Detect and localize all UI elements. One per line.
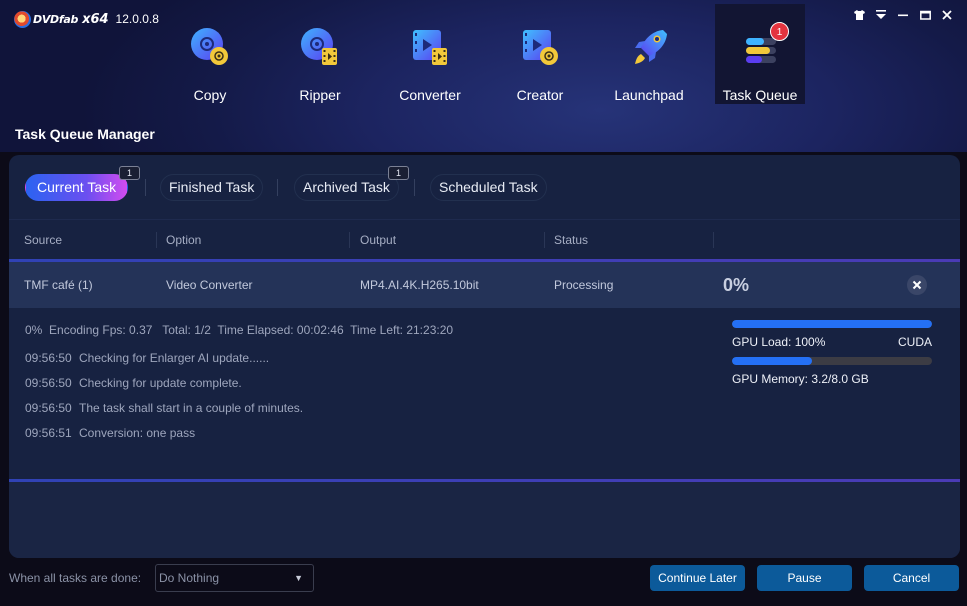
nav-label: Creator — [516, 87, 564, 103]
empty-task-area — [9, 482, 960, 558]
nav-label: Task Queue — [722, 87, 798, 103]
nav-item-converter[interactable]: Converter — [385, 4, 475, 104]
nav-label: Converter — [399, 87, 461, 103]
remove-task-button[interactable] — [907, 275, 927, 295]
table-header: Source Option Output Status — [9, 221, 960, 259]
gpu-monitor: GPU Load: 100% CUDA GPU Memory: 3.2/8.0 … — [732, 320, 932, 394]
task-output: MP4.AI.4K.H265.10bit — [360, 278, 479, 292]
log-entry: 09:56:50 Checking for update complete. — [25, 376, 242, 390]
tab-current-task[interactable]: Current Task — [25, 174, 129, 201]
column-option: Option — [166, 233, 202, 247]
task-panel: Current Task 1 Finished Task Archived Ta… — [9, 155, 960, 558]
log-text: Checking for Enlarger AI update...... — [79, 351, 270, 365]
log-text: The task shall start in a couple of minu… — [79, 401, 304, 415]
app-header: DVDfab x64 12.0.0.8 Copy Ripper Converte… — [0, 0, 967, 152]
log-time: 09:56:50 — [25, 351, 72, 365]
column-divider — [544, 232, 545, 248]
log-text: Checking for update complete. — [79, 376, 242, 390]
log-time: 09:56:50 — [25, 401, 72, 415]
gpu-load-fill — [732, 320, 932, 328]
gpu-engine: CUDA — [897, 335, 932, 349]
task-detail: 0% Encoding Fps: 0.37 Total: 1/2 Time El… — [9, 308, 960, 480]
tab-scheduled-task[interactable]: Scheduled Task — [430, 174, 547, 201]
nav-item-copy[interactable]: Copy — [165, 4, 255, 104]
when-done-label: When all tasks are done: — [9, 571, 142, 585]
continue-later-button[interactable]: Continue Later — [650, 565, 745, 591]
log-time: 09:56:51 — [25, 426, 72, 440]
nav-item-creator[interactable]: Creator — [495, 4, 585, 104]
tab-count-badge: 1 — [119, 166, 140, 180]
column-divider — [713, 232, 714, 248]
column-status: Status — [554, 233, 589, 247]
gpu-memory-bar — [732, 357, 932, 365]
nav-label: Launchpad — [614, 87, 684, 103]
log-entry: 09:56:50 Checking for Enlarger AI update.… — [25, 351, 269, 365]
ripper-disc-icon — [298, 26, 342, 70]
rocket-icon — [627, 26, 671, 70]
tab-count-badge: 1 — [388, 166, 409, 180]
tab-archived-task[interactable]: Archived Task — [294, 174, 399, 201]
table-row[interactable]: TMF café (1) Video Converter MP4.AI.4K.H… — [9, 262, 960, 308]
column-output: Output — [360, 233, 397, 247]
when-done-select[interactable]: Do Nothing ▼ — [155, 564, 314, 592]
gpu-load-bar — [732, 320, 932, 328]
task-stats: 0% Encoding Fps: 0.37 Total: 1/2 Time El… — [25, 323, 454, 337]
tab-label: Archived Task — [303, 179, 390, 195]
cancel-button[interactable]: Cancel — [864, 565, 959, 591]
column-divider — [156, 232, 157, 248]
task-option: Video Converter — [166, 278, 253, 292]
copy-disc-icon — [188, 26, 232, 70]
tab-divider — [145, 179, 146, 196]
page-title: Task Queue Manager — [15, 126, 155, 142]
task-status: Processing — [554, 278, 614, 292]
tab-label: Scheduled Task — [439, 179, 538, 195]
log-entry: 09:56:51 Conversion: one pass — [25, 426, 195, 440]
gpu-memory-fill — [732, 357, 812, 365]
close-x-icon — [912, 280, 922, 290]
when-done-value: Do Nothing — [159, 571, 220, 585]
log-text: Conversion: one pass — [79, 426, 196, 440]
tab-divider — [414, 179, 415, 196]
tab-finished-task[interactable]: Finished Task — [160, 174, 264, 201]
column-divider — [349, 232, 350, 248]
gpu-load-label: GPU Load: 100% — [732, 335, 826, 349]
nav-item-task-queue[interactable]: 1 Task Queue — [715, 4, 805, 104]
task-queue-badge: 1 — [770, 22, 789, 41]
log-time: 09:56:50 — [25, 376, 72, 390]
nav-item-launchpad[interactable]: Launchpad — [604, 4, 694, 104]
tab-divider — [277, 179, 278, 196]
nav-item-ripper[interactable]: Ripper — [275, 4, 365, 104]
tab-label: Current Task — [37, 179, 117, 195]
tab-label: Finished Task — [169, 179, 255, 195]
chevron-down-icon: ▼ — [294, 573, 303, 583]
main-nav: Copy Ripper Converter Creator Launchpad … — [0, 4, 967, 104]
converter-video-icon — [408, 26, 452, 70]
task-progress: 0% — [723, 275, 750, 295]
task-source: TMF café (1) — [24, 278, 93, 292]
pause-button[interactable]: Pause — [757, 565, 852, 591]
gpu-memory-label: GPU Memory: 3.2/8.0 GB — [732, 372, 869, 386]
creator-video-icon — [518, 26, 562, 70]
log-entry: 09:56:50 The task shall start in a couple… — [25, 401, 303, 415]
column-source: Source — [24, 233, 63, 247]
nav-label: Ripper — [299, 87, 341, 103]
nav-label: Copy — [193, 87, 227, 103]
task-tabs: Current Task 1 Finished Task Archived Ta… — [9, 155, 960, 220]
